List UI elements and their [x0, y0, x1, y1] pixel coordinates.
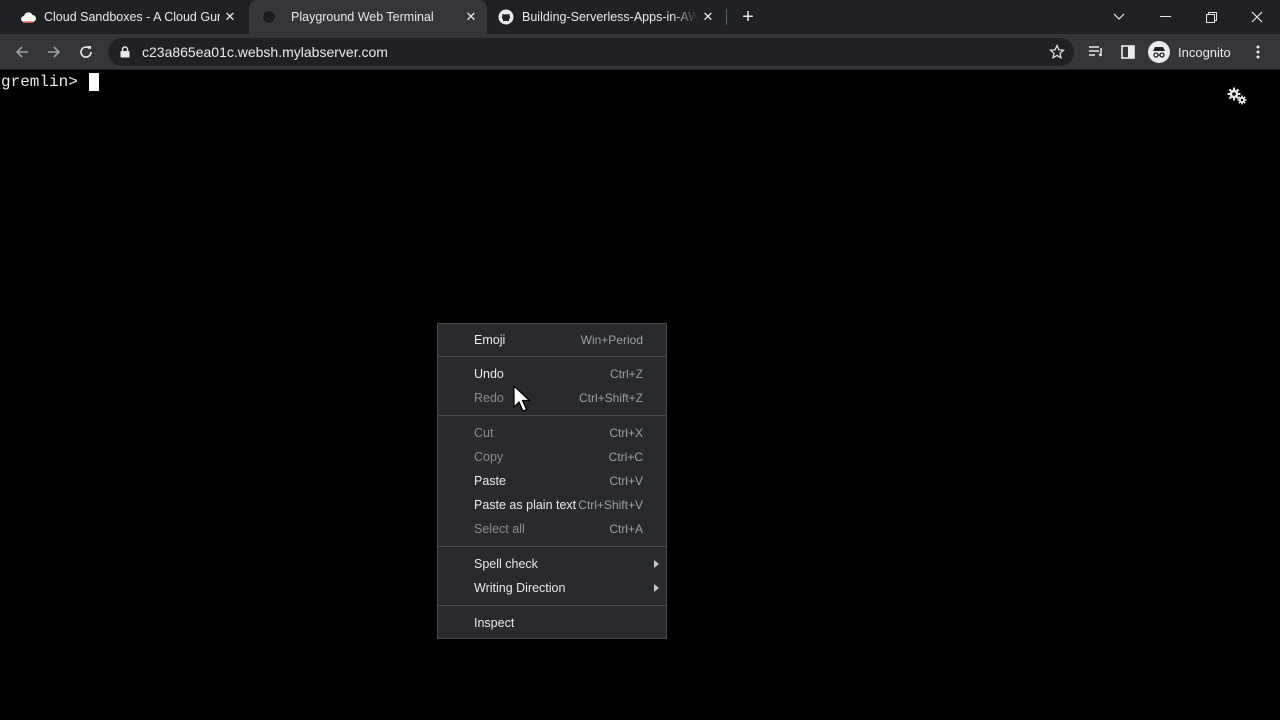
menu-item-label: Copy — [474, 450, 504, 464]
incognito-icon — [1148, 41, 1170, 63]
tab-strip: Cloud Sandboxes - A Cloud Guru ✕ Playgro… — [0, 0, 1280, 34]
menu-item-redo[interactable]: Redo Ctrl+Shift+Z — [438, 386, 666, 410]
menu-item-shortcut: Ctrl+Shift+Z — [578, 391, 643, 405]
back-button[interactable] — [10, 40, 34, 64]
tab-playground-web-terminal[interactable]: Playground Web Terminal ✕ — [249, 0, 487, 34]
menu-item-emoji[interactable]: Emoji Win+Period — [438, 328, 666, 352]
gears-icon[interactable] — [1226, 86, 1250, 106]
terminal-prompt-line[interactable]: gremlin> — [1, 73, 99, 91]
github-icon — [498, 9, 514, 25]
menu-item-label: Writing Direction — [474, 581, 566, 595]
tab-title: Cloud Sandboxes - A Cloud Guru — [44, 10, 220, 24]
tab-title: Building-Serverless-Apps-in-AWS — [522, 10, 698, 24]
menu-separator — [438, 605, 666, 606]
menu-item-copy[interactable]: Copy Ctrl+C — [438, 445, 666, 469]
menu-item-inspect[interactable]: Inspect — [438, 611, 666, 635]
menu-separator — [438, 415, 666, 416]
browser-toolbar: c23a865ea01c.websh.mylabserver.com Incog… — [0, 34, 1280, 70]
close-tab-icon[interactable]: ✕ — [461, 7, 481, 27]
close-tab-icon[interactable]: ✕ — [220, 7, 240, 27]
reload-button[interactable] — [74, 40, 98, 64]
incognito-label: Incognito — [1178, 44, 1231, 60]
reading-list-icon[interactable] — [1084, 40, 1108, 64]
menu-item-shortcut: Ctrl+Z — [610, 367, 643, 381]
menu-item-label: Inspect — [474, 616, 515, 630]
restore-button[interactable] — [1188, 0, 1234, 34]
menu-item-writing-direction[interactable]: Writing Direction — [438, 576, 666, 600]
context-menu: Emoji Win+Period Undo Ctrl+Z Redo Ctrl+S… — [437, 323, 667, 639]
menu-item-paste[interactable]: Paste Ctrl+V — [438, 469, 666, 493]
minimize-button[interactable] — [1142, 0, 1188, 34]
menu-item-shortcut: Ctrl+Shift+V — [578, 498, 643, 512]
address-bar[interactable]: c23a865ea01c.websh.mylabserver.com — [108, 38, 1074, 66]
url-text[interactable]: c23a865ea01c.websh.mylabserver.com — [142, 44, 1040, 60]
menu-item-label: Paste as plain text — [474, 498, 577, 512]
close-tab-icon[interactable]: ✕ — [698, 7, 718, 27]
menu-item-shortcut: Ctrl+V — [609, 474, 643, 488]
tab-search-chevron-icon[interactable] — [1096, 0, 1142, 34]
lock-icon[interactable] — [108, 46, 142, 58]
more-menu-icon[interactable] — [1246, 40, 1270, 64]
submenu-arrow-icon — [654, 560, 659, 568]
menu-item-shortcut: Ctrl+X — [609, 426, 643, 440]
menu-item-spell-check[interactable]: Spell check — [438, 552, 666, 576]
terminal-icon — [261, 9, 277, 25]
menu-item-label: Select all — [474, 522, 525, 536]
terminal-cursor — [88, 73, 99, 91]
menu-item-select-all[interactable]: Select all Ctrl+A — [438, 517, 666, 541]
menu-item-cut[interactable]: Cut Ctrl+X — [438, 421, 666, 445]
menu-item-undo[interactable]: Undo Ctrl+Z — [438, 362, 666, 386]
side-panel-icon[interactable] — [1116, 40, 1140, 64]
tab-separator — [726, 9, 727, 25]
menu-item-shortcut: Win+Period — [580, 333, 643, 347]
menu-item-label: Undo — [474, 367, 504, 381]
menu-item-paste-plain-text[interactable]: Paste as plain text Ctrl+Shift+V — [438, 493, 666, 517]
incognito-indicator[interactable]: Incognito — [1148, 39, 1231, 65]
tab-title: Playground Web Terminal — [291, 10, 434, 24]
menu-item-shortcut: Ctrl+C — [608, 450, 643, 464]
bookmark-star-icon[interactable] — [1040, 44, 1074, 60]
tab-github-repo[interactable]: Building-Serverless-Apps-in-AWS ✕ — [488, 0, 724, 34]
menu-item-shortcut: Ctrl+A — [609, 522, 643, 536]
tab-cloud-sandboxes[interactable]: Cloud Sandboxes - A Cloud Guru ✕ — [0, 0, 246, 34]
cloud-icon — [20, 9, 36, 25]
menu-item-label: Emoji — [474, 333, 506, 347]
menu-item-label: Paste — [474, 474, 506, 488]
menu-item-label: Spell check — [474, 557, 538, 571]
menu-item-label: Cut — [474, 426, 494, 440]
terminal-prompt: gremlin> — [1, 73, 78, 91]
forward-button[interactable] — [42, 40, 66, 64]
submenu-arrow-icon — [654, 584, 659, 592]
mouse-pointer-icon — [513, 384, 533, 413]
close-window-button[interactable] — [1234, 0, 1280, 34]
menu-separator — [438, 356, 666, 357]
menu-separator — [438, 546, 666, 547]
new-tab-button[interactable]: + — [736, 5, 760, 29]
